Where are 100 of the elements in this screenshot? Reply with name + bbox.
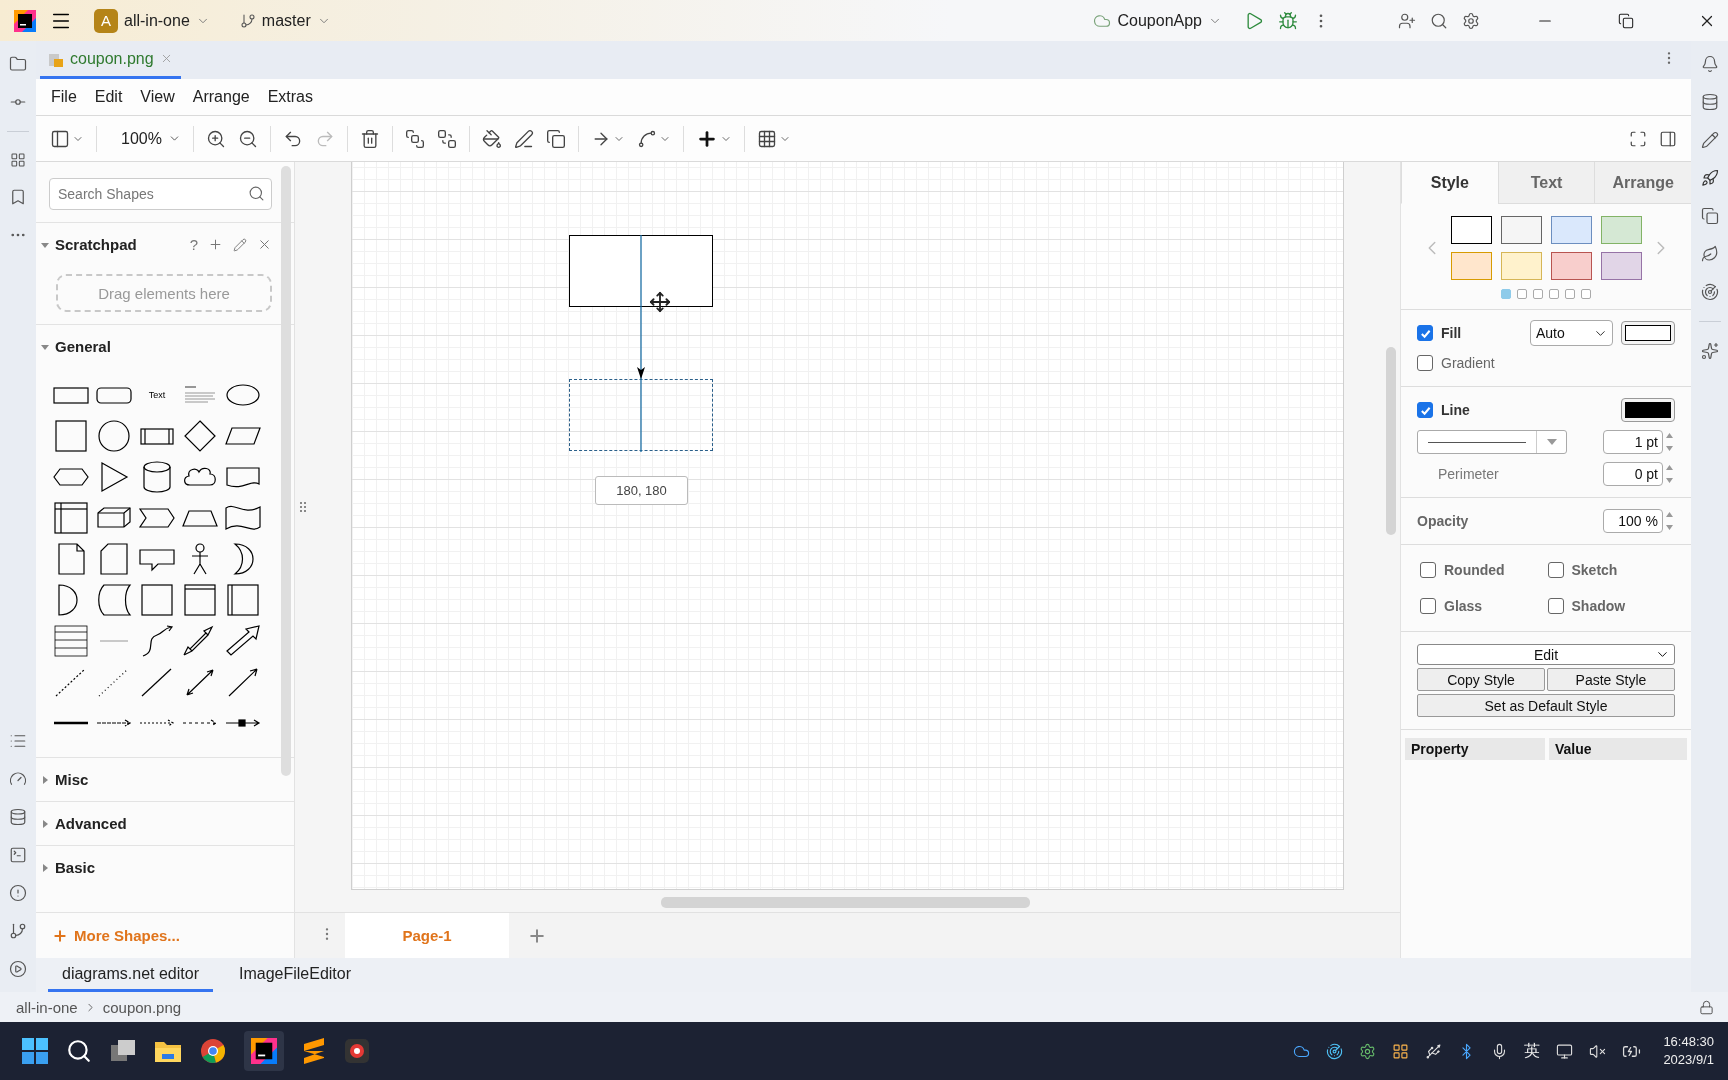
- tray-app-icon[interactable]: [1359, 1042, 1377, 1060]
- spinner-arrows-icon[interactable]: [1664, 430, 1675, 454]
- menu-item[interactable]: Arrange: [183, 84, 259, 110]
- leaf-icon[interactable]: [1700, 245, 1719, 263]
- style-button[interactable]: Set as Default Style: [1417, 694, 1675, 717]
- editor-app-icon[interactable]: [302, 1038, 326, 1064]
- style-swatch[interactable]: [1600, 252, 1642, 280]
- lock-icon[interactable]: [1699, 999, 1714, 1015]
- project-selector[interactable]: A all-in-one: [86, 4, 218, 37]
- resize-handle[interactable]: [300, 502, 306, 512]
- recorder-icon[interactable]: [344, 1038, 370, 1064]
- breadcrumb-item[interactable]: all-in-one: [16, 998, 78, 1016]
- diagram-rectangle[interactable]: [569, 235, 713, 307]
- spinner-arrows-icon[interactable]: [1664, 509, 1675, 533]
- number-field[interactable]: 0 pt: [1603, 462, 1663, 486]
- section-header[interactable]: Basic: [36, 845, 294, 889]
- breadcrumb-item[interactable]: coupon.png: [102, 998, 182, 1016]
- input-method-indicator[interactable]: 英: [1524, 1040, 1541, 1062]
- panel-toggle-icon[interactable]: [1659, 129, 1677, 148]
- style-swatch[interactable]: [1500, 216, 1542, 244]
- usb-icon[interactable]: [1425, 1042, 1443, 1060]
- app-logo-icon[interactable]: [14, 9, 36, 32]
- gauge-icon[interactable]: [9, 770, 27, 788]
- to-back-icon[interactable]: [436, 128, 457, 149]
- database-icon[interactable]: [1700, 93, 1719, 111]
- add-icon[interactable]: [208, 237, 223, 252]
- user-add-icon[interactable]: [1398, 11, 1416, 30]
- shadow-icon[interactable]: [545, 128, 566, 149]
- checkbox[interactable]: [1417, 325, 1433, 341]
- section-header[interactable]: Advanced: [36, 801, 294, 845]
- folder-icon[interactable]: [154, 1039, 182, 1063]
- section-header[interactable]: General: [36, 324, 294, 368]
- tray-app-icon[interactable]: [1326, 1042, 1344, 1060]
- help-link[interactable]: ?: [189, 236, 198, 253]
- network-icon[interactable]: [1556, 1042, 1574, 1060]
- fill-color-button[interactable]: [1621, 321, 1675, 345]
- style-swatch[interactable]: [1450, 252, 1492, 280]
- editor-tab[interactable]: ImageFileEditor: [224, 958, 365, 992]
- sparkle-icon[interactable]: [1700, 342, 1719, 360]
- style-swatch[interactable]: [1500, 252, 1542, 280]
- checkbox[interactable]: [1417, 355, 1433, 371]
- notifications-icon[interactable]: [1700, 55, 1719, 73]
- delete-icon[interactable]: [359, 128, 380, 149]
- target-icon[interactable]: [1700, 283, 1719, 301]
- plus-icon[interactable]: [52, 927, 68, 944]
- terminal-icon[interactable]: [9, 846, 27, 864]
- play-circle-icon[interactable]: [9, 960, 27, 978]
- menu-item[interactable]: File: [42, 84, 86, 110]
- start-icon[interactable]: [22, 1038, 48, 1064]
- branch-icon[interactable]: [239, 12, 256, 29]
- number-field[interactable]: 1 pt: [1603, 430, 1663, 454]
- waypoints-icon[interactable]: [636, 128, 657, 149]
- bookmark-icon[interactable]: [9, 188, 27, 206]
- branch-selector[interactable]: master: [231, 7, 339, 34]
- section-header[interactable]: Misc: [36, 757, 294, 801]
- tray-app-icon[interactable]: [1392, 1042, 1410, 1060]
- panel-tab[interactable]: Text: [1497, 162, 1595, 204]
- search-field[interactable]: Search Shapes: [49, 178, 272, 210]
- style-button[interactable]: Paste Style: [1547, 668, 1675, 691]
- table-icon[interactable]: [756, 128, 777, 149]
- line-color-icon[interactable]: [513, 128, 534, 149]
- format-panel-icon[interactable]: [50, 128, 70, 149]
- expand-caret-icon[interactable]: [40, 774, 50, 785]
- settings-icon[interactable]: [1462, 11, 1480, 30]
- clock[interactable]: 16:48:30 2023/9/1: [1663, 1033, 1714, 1069]
- fullscreen-icon[interactable]: [1629, 129, 1647, 148]
- rocket-icon[interactable]: [1700, 169, 1719, 187]
- style-swatch[interactable]: [1550, 252, 1592, 280]
- checkbox[interactable]: [1417, 402, 1433, 418]
- spinner-arrows-icon[interactable]: [1664, 462, 1675, 486]
- task-view-icon[interactable]: [110, 1039, 136, 1063]
- fill-color-icon[interactable]: [481, 128, 502, 149]
- zoom-out-icon[interactable]: [237, 128, 258, 149]
- menu-item[interactable]: Extras: [258, 84, 322, 110]
- text-shape[interactable]: Text: [148, 390, 166, 400]
- style-button[interactable]: Copy Style: [1417, 668, 1545, 691]
- edit-icon[interactable]: [233, 237, 247, 252]
- expand-caret-icon[interactable]: [40, 862, 50, 873]
- debug-icon[interactable]: [1278, 10, 1298, 31]
- to-front-icon[interactable]: [404, 128, 425, 149]
- database-icon[interactable]: [9, 808, 27, 826]
- panel-tab[interactable]: Arrange: [1594, 162, 1691, 204]
- ide-taskbar-icon[interactable]: [244, 1031, 284, 1071]
- structure-icon[interactable]: [10, 152, 26, 168]
- folder-icon[interactable]: [9, 55, 27, 73]
- checkbox[interactable]: [1547, 598, 1564, 614]
- checkbox[interactable]: [1547, 562, 1564, 578]
- connector-arrow[interactable]: [635, 235, 647, 452]
- checkbox[interactable]: [1420, 562, 1436, 578]
- number-field[interactable]: 100 %: [1603, 509, 1663, 533]
- zoom-selector[interactable]: 100%: [109, 129, 166, 148]
- style-swatch[interactable]: [1600, 216, 1642, 244]
- alert-icon[interactable]: [9, 884, 27, 902]
- style-swatch[interactable]: [1450, 216, 1492, 244]
- line-color-button[interactable]: [1621, 398, 1675, 422]
- restore-icon[interactable]: [1618, 12, 1634, 29]
- browser-icon[interactable]: [200, 1038, 226, 1064]
- zoom-in-icon[interactable]: [205, 128, 226, 149]
- git-branch-icon[interactable]: [9, 922, 27, 940]
- list-icon[interactable]: [9, 732, 27, 750]
